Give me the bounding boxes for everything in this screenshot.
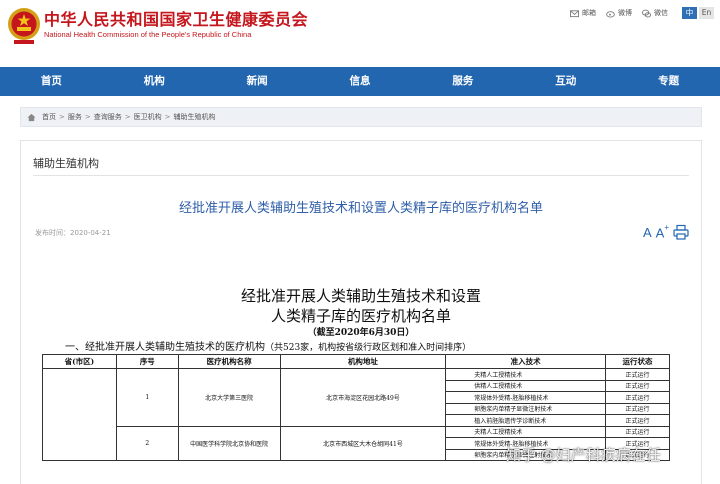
breadcrumb-separator: >	[84, 113, 91, 121]
status-cell: 正式运行	[605, 414, 670, 427]
nav-services[interactable]: 服务	[411, 67, 514, 96]
weibo-icon	[606, 10, 615, 18]
site-title[interactable]: 中华人民共和国国家卫生健康委员会	[44, 6, 308, 30]
wechat-link-label: 微信	[654, 9, 668, 17]
lang-en-button[interactable]: En	[699, 7, 714, 19]
technology-cell: 卵胞浆内单精子显微注射技术	[445, 402, 607, 415]
font-increase-button[interactable]: A+	[656, 222, 669, 240]
breadcrumb-home[interactable]: 首页	[42, 112, 56, 122]
wechat-link[interactable]: 微信	[642, 8, 668, 18]
divider	[33, 175, 689, 176]
technology-cell: 植入前胚胎遗传学诊断技术	[445, 414, 607, 427]
mail-link[interactable]: 邮箱	[570, 8, 596, 18]
document-heading-line2: 人类精子库的医疗机构名单	[270, 307, 451, 325]
article-container: 辅助生殖机构 经批准开展人类辅助生殖技术和设置人类精子库的医疗机构名单 发布时间…	[20, 140, 702, 484]
header-institution-name: 医疗机构名称	[177, 354, 281, 369]
language-switch: 中 En	[682, 7, 714, 19]
institution-name-cell: 北京大学第三医院	[177, 368, 281, 427]
technology-cell: 夫精人工授精技术	[445, 368, 607, 381]
technology-cell: 夫精人工授精技术	[445, 425, 607, 438]
number-cell: 2	[115, 425, 179, 461]
wechat-icon	[642, 9, 651, 17]
breadcrumb-medical-institutions[interactable]: 医卫机构	[134, 112, 162, 122]
breadcrumb: 首页 > 服务 > 查询服务 > 医卫机构 > 辅助生殖机构	[20, 107, 702, 127]
mail-icon	[570, 9, 579, 17]
breadcrumb-query-services[interactable]: 查询服务	[94, 112, 122, 122]
mail-link-label: 邮箱	[582, 9, 596, 17]
table-row: 1 北京大学第三医院 北京市海淀区花园北路49号 夫精人工授精技术 正式运行	[42, 368, 670, 461]
national-emblem-icon[interactable]	[6, 6, 42, 46]
province-cell	[42, 368, 117, 461]
nav-news[interactable]: 新闻	[206, 67, 309, 96]
nav-organization[interactable]: 机构	[103, 67, 206, 96]
status-cell: 正式运行	[605, 402, 670, 415]
nav-topics[interactable]: 专题	[617, 67, 720, 96]
document-section-heading: 一、经批准开展人类辅助生殖技术的医疗机构（共523家，机构按省级行政区划和准入时…	[65, 338, 471, 353]
status-cell: 正式运行	[605, 379, 670, 392]
breadcrumb-services[interactable]: 服务	[68, 112, 82, 122]
top-links: 邮箱 微博 微信 中 En	[570, 7, 714, 19]
section-heading-text: 一、经批准开展人类辅助生殖技术的医疗机构	[65, 342, 265, 353]
breadcrumb-separator: >	[59, 113, 65, 121]
section-title: 辅助生殖机构	[33, 157, 99, 170]
print-icon[interactable]	[673, 224, 689, 240]
header-number: 序号	[115, 354, 179, 369]
nav-home[interactable]: 首页	[0, 67, 103, 96]
publish-date: 发布时间：2020-04-21	[35, 229, 111, 237]
watermark: 知乎 @妇产科疾病在任	[506, 446, 661, 464]
main-nav: 首页 机构 新闻 信息 服务 互动 专题	[0, 67, 720, 96]
article-title: 经批准开展人类辅助生殖技术和设置人类精子库的医疗机构名单	[178, 201, 543, 216]
nav-interaction[interactable]: 互动	[514, 67, 617, 96]
article-tools: A A+	[643, 222, 689, 240]
table-header-row: 省(市区) 序号 医疗机构名称 机构地址 准入技术 运行状态	[42, 354, 670, 369]
table-row: 2 中国医学科学院北京协和医院 北京市西城区大木仓胡同41号 夫精人工授精技术 …	[43, 425, 670, 461]
institution-name-cell: 中国医学科学院北京协和医院	[177, 425, 281, 461]
header-status: 运行状态	[605, 354, 670, 369]
header-province: 省(市区)	[42, 354, 117, 369]
header-address: 机构地址	[279, 354, 447, 369]
document-as-of-date: （截至2020年6月30日）	[307, 328, 415, 338]
site-subtitle: National Health Commission of the People…	[44, 30, 252, 39]
breadcrumb-separator: >	[164, 113, 171, 121]
number-cell: 1	[115, 368, 179, 427]
home-icon	[27, 113, 36, 121]
technology-cell: 供精人工授精技术	[445, 379, 607, 392]
header-technology: 准入技术	[445, 354, 607, 369]
status-cell: 正式运行	[605, 425, 670, 438]
technology-cell: 常规体外受精-胚胎移植技术	[445, 391, 607, 404]
font-decrease-button[interactable]: A	[643, 225, 652, 240]
lang-zh-button[interactable]: 中	[682, 7, 697, 19]
weibo-link-label: 微博	[618, 9, 632, 17]
weibo-link[interactable]: 微博	[606, 8, 632, 18]
status-cell: 正式运行	[605, 391, 670, 404]
breadcrumb-art-institutions[interactable]: 辅助生殖机构	[174, 112, 216, 122]
address-cell: 北京市西城区大木仓胡同41号	[279, 425, 447, 461]
document-heading-line1: 经批准开展人类辅助生殖技术和设置	[240, 287, 481, 305]
site-header: 中华人民共和国国家卫生健康委员会 National Health Commiss…	[0, 0, 720, 66]
nav-information[interactable]: 信息	[309, 67, 412, 96]
section-heading-note: （共523家，机构按省级行政区划和准入时间排序）	[265, 343, 472, 353]
address-cell: 北京市海淀区花园北路49号	[279, 368, 447, 427]
font-increase-plus: +	[664, 222, 669, 232]
status-cell: 正式运行	[605, 368, 670, 381]
breadcrumb-separator: >	[124, 113, 131, 121]
